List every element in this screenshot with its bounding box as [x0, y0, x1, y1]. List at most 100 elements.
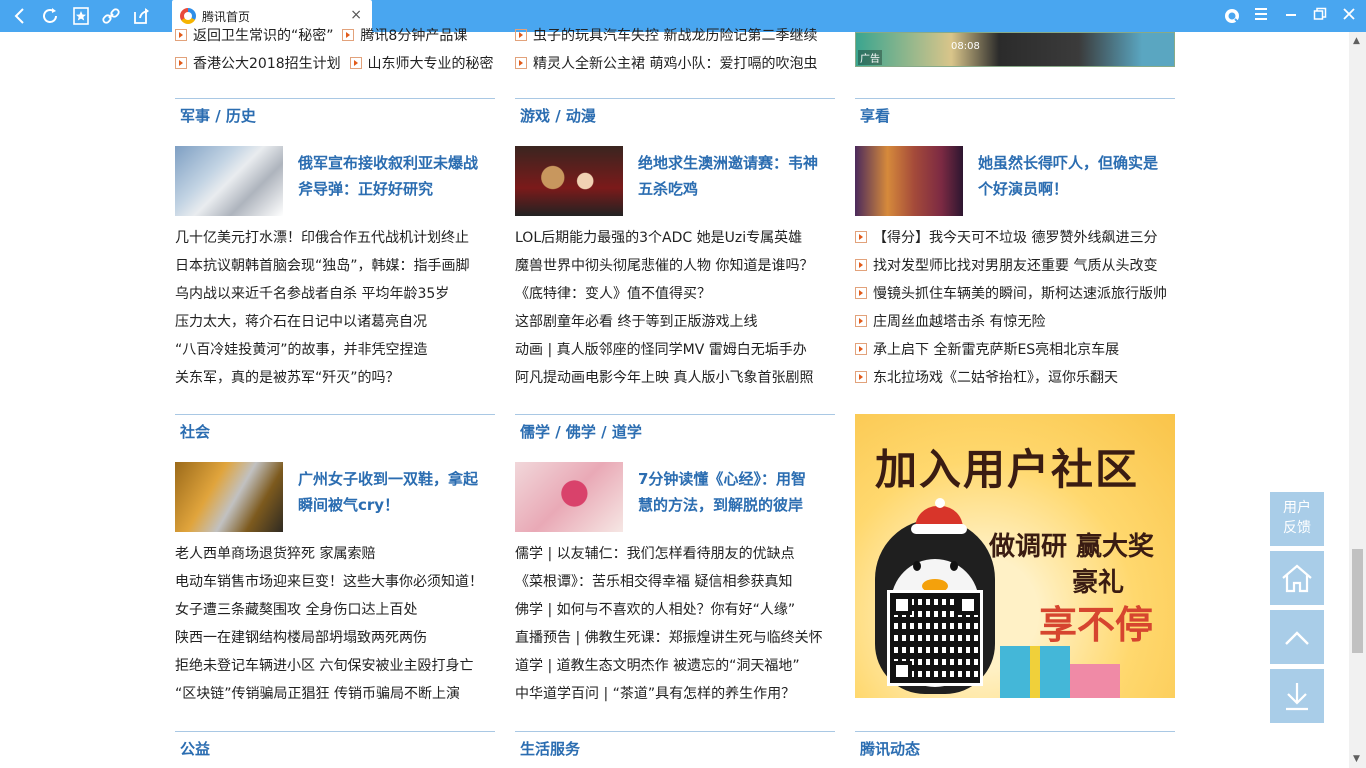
- bookmark-icon[interactable]: [71, 6, 91, 26]
- list-item[interactable]: 乌内战以来近千名参战者自杀 平均年龄35岁: [175, 280, 495, 308]
- section-life-header: 生活服务: [515, 731, 835, 759]
- arrow-icon: [175, 57, 187, 69]
- news-thumbnail[interactable]: [515, 462, 623, 532]
- feature-title[interactable]: 广州女子收到一双鞋，拿起瞬间被气cry！: [298, 466, 478, 518]
- link-text[interactable]: 山东师大专业的秘密: [368, 56, 494, 72]
- feature-xiangkan[interactable]: 她虽然长得吓人，但确实是个好演员啊！: [855, 146, 1175, 216]
- link-text[interactable]: 香港公大2018招生计划: [193, 56, 341, 72]
- link-text[interactable]: 【得分】我今天可不垃圾 德罗赞外线飙进三分: [873, 230, 1157, 246]
- list-item[interactable]: 关东军，真的是被苏军“歼灭”的吗？: [175, 364, 495, 392]
- list-item[interactable]: 老人西单商场退货猝死 家属索赔: [175, 540, 495, 568]
- feedback-button[interactable]: 用户反馈: [1270, 492, 1324, 546]
- scroll-down-arrow-icon[interactable]: ▼: [1353, 754, 1360, 764]
- scroll-up-arrow-icon[interactable]: ▲: [1353, 36, 1360, 46]
- list-item[interactable]: 阿凡提动画电影今年上映 真人版小飞象首张剧照: [515, 364, 835, 392]
- search-icon[interactable]: [1221, 6, 1243, 26]
- list-item[interactable]: 香港公大2018招生计划 山东师大专业的秘密: [175, 50, 495, 78]
- list-item[interactable]: 找对发型师比找对男朋友还重要 气质从头改变: [855, 252, 1175, 280]
- home-button[interactable]: [1270, 551, 1324, 605]
- refresh-icon[interactable]: [40, 6, 60, 26]
- feature-society[interactable]: 广州女子收到一双鞋，拿起瞬间被气cry！: [175, 462, 495, 532]
- section-title[interactable]: 儒学 / 佛学 / 道学: [515, 415, 835, 442]
- back-icon[interactable]: [10, 6, 30, 26]
- restore-icon[interactable]: [1309, 6, 1331, 26]
- section-title[interactable]: 社会: [175, 415, 495, 442]
- feature-title[interactable]: 俄军宣布接收叙利亚未爆战斧导弹：正好好研究: [298, 150, 478, 202]
- list-item[interactable]: 《菜根谭》：苦乐相交得幸福 疑信相参获真知: [515, 568, 835, 596]
- scrollbar-thumb[interactable]: [1352, 549, 1363, 653]
- feature-military[interactable]: 俄军宣布接收叙利亚未爆战斧导弹：正好好研究: [175, 146, 495, 216]
- link-text[interactable]: 庄周丝血越塔击杀 有惊无险: [873, 314, 1045, 330]
- list-item[interactable]: 返回卫生常识的“秘密” 腾讯8分钟产品课: [175, 22, 495, 50]
- list-item[interactable]: 庄周丝血越塔击杀 有惊无险: [855, 308, 1175, 336]
- link-text[interactable]: 返回卫生常识的“秘密”: [193, 28, 334, 44]
- close-window-icon[interactable]: [1338, 6, 1360, 26]
- link-text[interactable]: 承上启下 全新雷克萨斯ES亮相北京车展: [873, 342, 1119, 358]
- list-item[interactable]: 精灵人全新公主裙 萌鸡小队：爱打嗝的吹泡虫: [515, 50, 835, 78]
- link-text[interactable]: 找对发型师比找对男朋友还重要 气质从头改变: [873, 258, 1157, 274]
- list-item[interactable]: 直播预告 | 佛教生死课：郑振煌讲生死与临终关怀: [515, 624, 835, 652]
- section-title[interactable]: 腾讯动态: [855, 732, 1175, 759]
- ad-banner[interactable]: 08:08 广告: [855, 32, 1175, 67]
- list-item[interactable]: 承上启下 全新雷克萨斯ES亮相北京车展: [855, 336, 1175, 364]
- link-text[interactable]: 腾讯8分钟产品课: [360, 28, 467, 44]
- news-thumbnail[interactable]: [175, 462, 283, 532]
- section-title[interactable]: 公益: [175, 732, 495, 759]
- list-item[interactable]: 动画 | 真人版邻座的怪同学MV 雷姆白无垢手办: [515, 336, 835, 364]
- close-icon[interactable]: ×: [350, 7, 362, 23]
- link-text[interactable]: 东北拉场戏《二姑爷抬杠》，逗你乐翻天: [873, 370, 1118, 386]
- section-title[interactable]: 军事 / 历史: [175, 99, 495, 126]
- video-arrow-icon: [855, 287, 867, 299]
- list-item[interactable]: 电动车销售市场迎来巨变！这些大事你必须知道！: [175, 568, 495, 596]
- list-item[interactable]: 佛学 | 如何与不喜欢的人相处？你有好“人缘”: [515, 596, 835, 624]
- list-item[interactable]: 【得分】我今天可不垃圾 德罗赞外线飙进三分: [855, 224, 1175, 252]
- news-thumbnail[interactable]: [175, 146, 283, 216]
- link-text[interactable]: 精灵人全新公主裙 萌鸡小队：爱打嗝的吹泡虫: [533, 56, 817, 72]
- promo-line3: 享不停: [1039, 603, 1154, 647]
- promo-title: 加入用户社区: [875, 445, 1140, 494]
- top-partial-col2: 虫子的玩具汽车失控 新战龙历险记第二季继续 精灵人全新公主裙 萌鸡小队：爱打嗝的…: [515, 22, 835, 78]
- list-item[interactable]: 魔兽世界中彻头彻尾悲催的人物 你知道是谁吗？: [515, 252, 835, 280]
- list-item[interactable]: 拒绝未登记车辆进小区 六旬保安被业主殴打身亡: [175, 652, 495, 680]
- list-item[interactable]: 慢镜头抓住车辆美的瞬间，斯柯达速派旅行版帅: [855, 280, 1175, 308]
- list-item[interactable]: 中华道学百问 | “茶道”具有怎样的养生作用？: [515, 680, 835, 708]
- list-item[interactable]: 日本抗议朝韩首脑会现“独岛”，韩媒：指手画脚: [175, 252, 495, 280]
- list-item[interactable]: 东北拉场戏《二姑爷抬杠》，逗你乐翻天: [855, 364, 1175, 392]
- section-title[interactable]: 生活服务: [515, 732, 835, 759]
- scroll-top-button[interactable]: [1270, 610, 1324, 664]
- list-item[interactable]: 几十亿美元打水漂！印俄合作五代战机计划终止: [175, 224, 495, 252]
- feature-games[interactable]: 绝地求生澳洲邀请赛：韦神五杀吃鸡: [515, 146, 835, 216]
- list-item[interactable]: 《底特律：变人》值不值得买？: [515, 280, 835, 308]
- news-thumbnail[interactable]: [855, 146, 963, 216]
- list-item[interactable]: “区块链”传销骗局正猖狂 传销币骗局不断上演: [175, 680, 495, 708]
- share-icon[interactable]: [132, 6, 152, 26]
- arrow-icon: [515, 29, 527, 41]
- list-item[interactable]: LOL后期能力最强的3个ADC 她是Uzi专属英雄: [515, 224, 835, 252]
- list-item[interactable]: 这部剧童年必看 终于等到正版游戏上线: [515, 308, 835, 336]
- feature-title[interactable]: 她虽然长得吓人，但确实是个好演员啊！: [978, 150, 1158, 202]
- minimize-icon[interactable]: [1280, 6, 1302, 26]
- list-item[interactable]: 儒学 | 以友辅仁：我们怎样看待朋友的优缺点: [515, 540, 835, 568]
- vertical-scrollbar[interactable]: ▲ ▼: [1349, 32, 1366, 768]
- news-thumbnail[interactable]: [515, 146, 623, 216]
- section-military-header: 军事 / 历史: [175, 98, 495, 126]
- download-button[interactable]: [1270, 669, 1324, 723]
- list-item[interactable]: 女子遭三条藏獒围攻 全身伤口达上百处: [175, 596, 495, 624]
- section-charity-header: 公益: [175, 731, 495, 759]
- list-item[interactable]: 陕西一在建钢结构楼局部坍塌致两死两伤: [175, 624, 495, 652]
- menu-icon[interactable]: [1250, 6, 1272, 26]
- list-item[interactable]: 道学 | 道教生态文明杰作 被遗忘的“洞天福地”: [515, 652, 835, 680]
- section-title[interactable]: 享看: [855, 99, 1175, 126]
- list-item[interactable]: 压力太大，蒋介石在日记中以诸葛亮自况: [175, 308, 495, 336]
- link-text[interactable]: 慢镜头抓住车辆美的瞬间，斯柯达速派旅行版帅: [873, 286, 1167, 302]
- feature-title[interactable]: 绝地求生澳洲邀请赛：韦神五杀吃鸡: [638, 150, 818, 202]
- section-title[interactable]: 游戏 / 动漫: [515, 99, 835, 126]
- link-icon[interactable]: [101, 6, 121, 26]
- community-promo-banner[interactable]: 加入用户社区 做调研 赢大奖 豪礼 享不停: [855, 414, 1175, 698]
- list-item[interactable]: 虫子的玩具汽车失控 新战龙历险记第二季继续: [515, 22, 835, 50]
- arrow-icon: [175, 29, 187, 41]
- list-item[interactable]: “八百冷娃投黄河”的故事，并非凭空捏造: [175, 336, 495, 364]
- feature-religion[interactable]: 7分钟读懂《心经》：用智慧的方法，到解脱的彼岸: [515, 462, 835, 532]
- feature-title[interactable]: 7分钟读懂《心经》：用智慧的方法，到解脱的彼岸: [638, 466, 818, 518]
- link-text[interactable]: 虫子的玩具汽车失控 新战龙历险记第二季继续: [533, 28, 817, 44]
